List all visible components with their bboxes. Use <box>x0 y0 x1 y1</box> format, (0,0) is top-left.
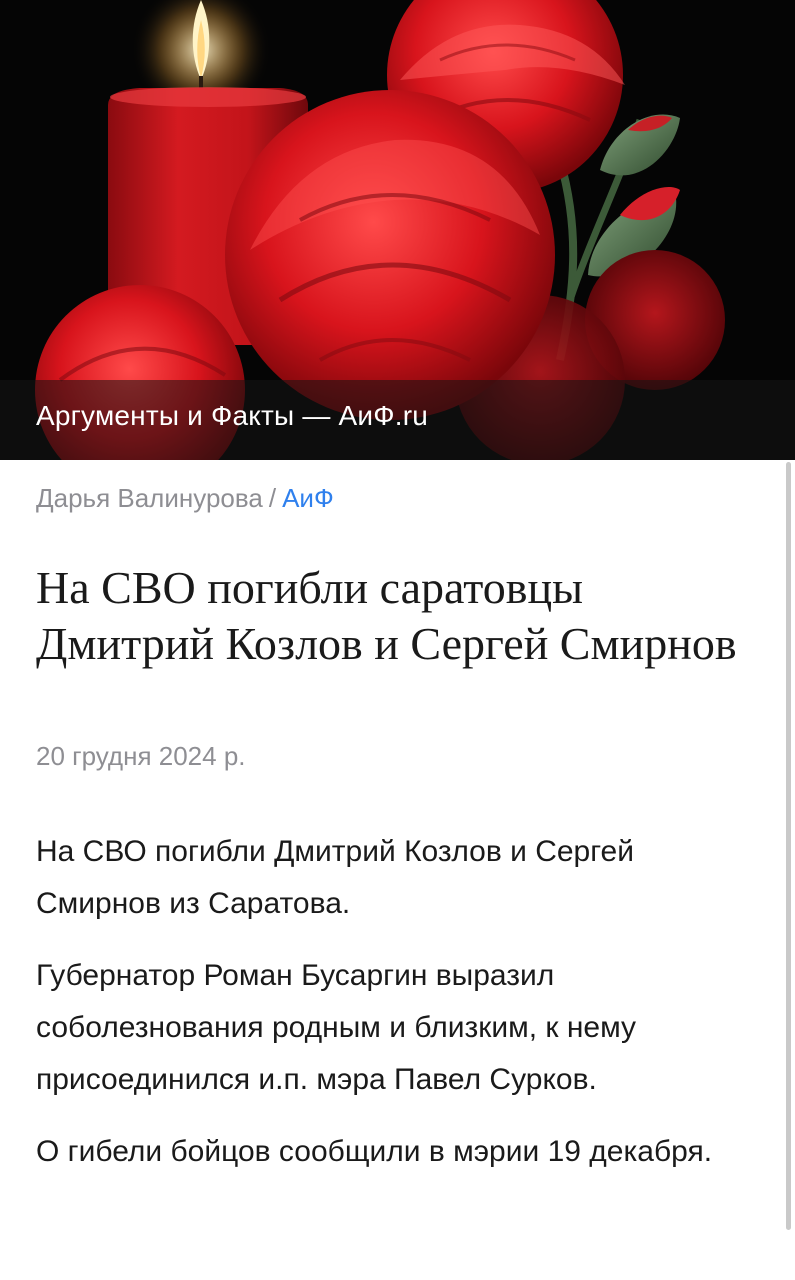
hero-image[interactable]: Аргументы и Факты — АиФ.ru <box>0 0 795 460</box>
article-paragraph: На СВО погибли Дмитрий Козлов и Сергей С… <box>36 835 634 920</box>
source-link[interactable]: АиФ <box>282 483 334 513</box>
carnation-main <box>225 90 555 420</box>
article-paragraph: О гибели бойцов сообщили в мэрии 19 дека… <box>36 1135 713 1168</box>
article-body: На СВО погибли Дмитрий Козлов и Сергей С… <box>36 826 756 1198</box>
image-source-caption: Аргументы и Факты — АиФ.ru <box>36 400 428 431</box>
article-paragraph: Губернатор Роман Бусаргин выразил соболе… <box>36 959 637 1096</box>
article-byline: Дарья Валинурова / АиФ <box>36 483 334 514</box>
author-name: Дарья Валинурова <box>36 483 263 513</box>
scrollbar[interactable] <box>786 462 791 1230</box>
byline-separator: / <box>268 483 277 513</box>
article-date: 20 грудня 2024 р. <box>36 741 246 771</box>
article-title: На СВО погибли саратовцы Дмитрий Козлов … <box>36 562 737 669</box>
